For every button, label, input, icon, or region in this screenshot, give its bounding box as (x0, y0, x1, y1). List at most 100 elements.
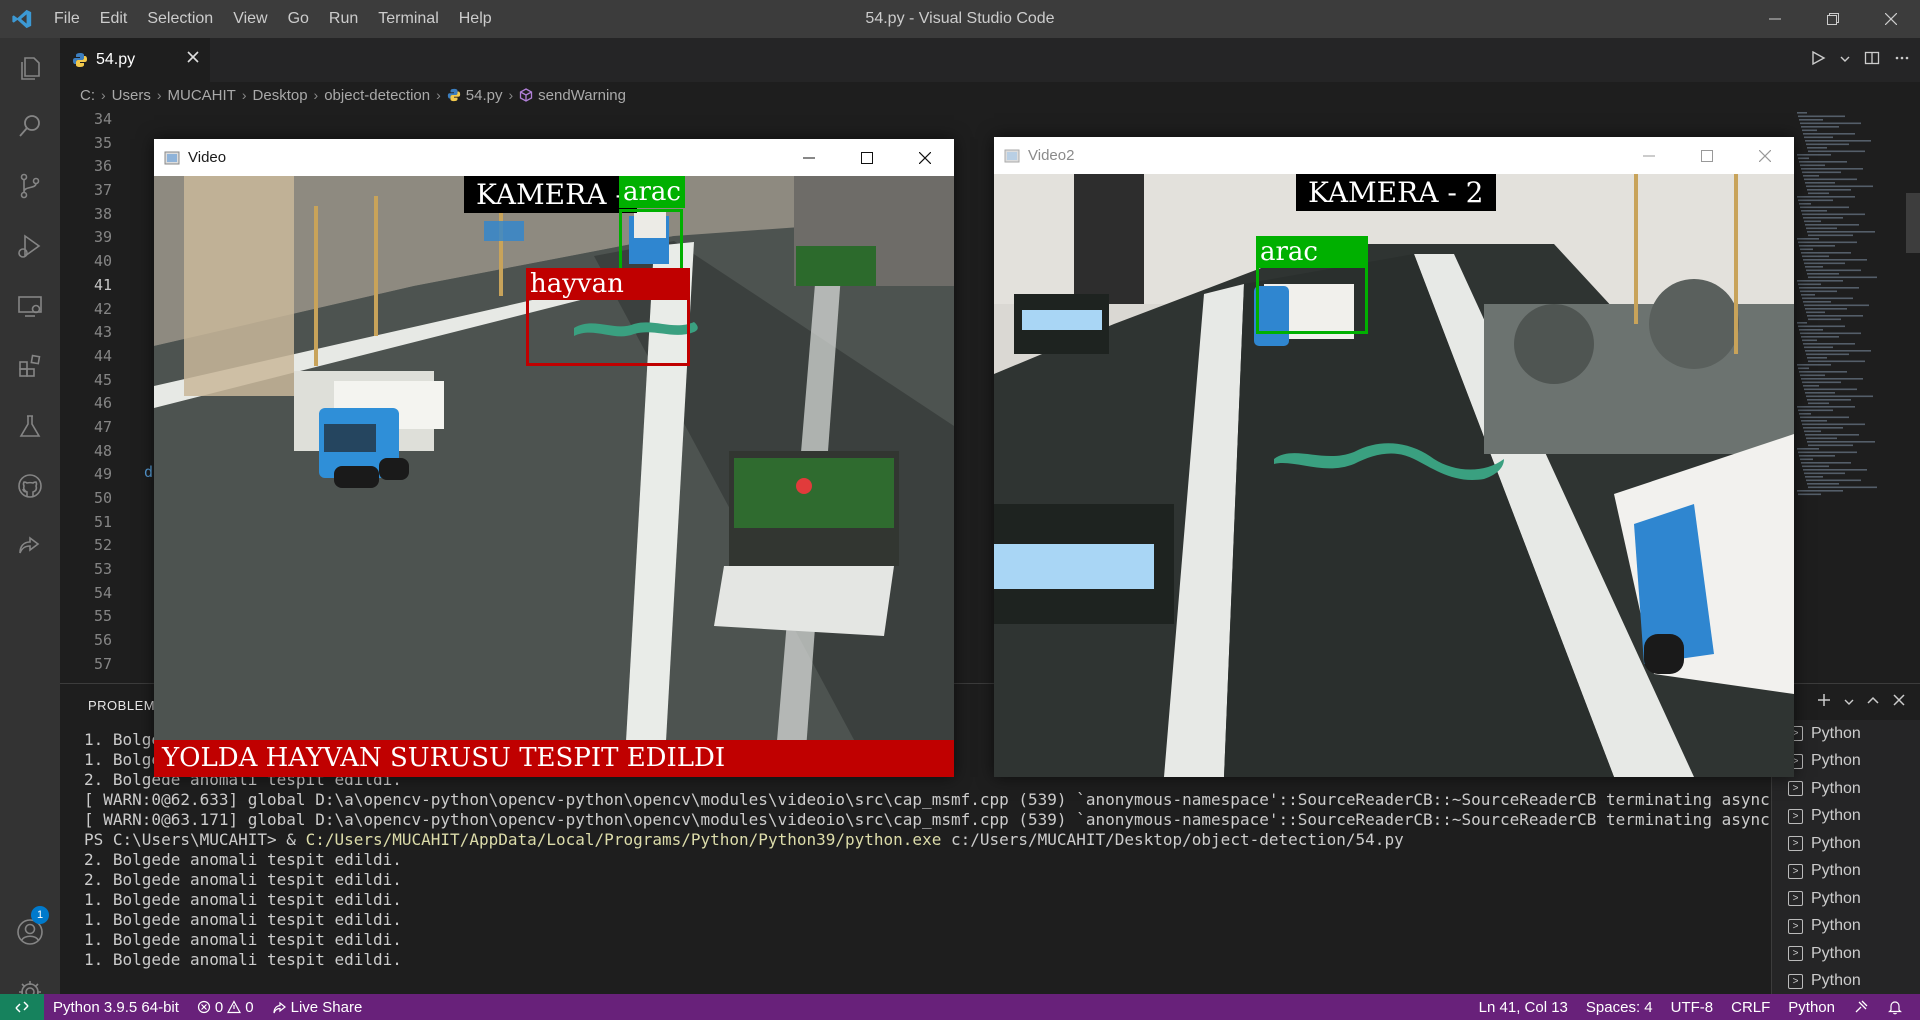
encoding[interactable]: UTF-8 (1662, 999, 1723, 1016)
remote-indicator-button[interactable] (0, 994, 44, 1020)
end-of-line[interactable]: CRLF (1722, 999, 1779, 1016)
breadcrumb-drive[interactable]: C: (80, 87, 95, 104)
minimap-slider[interactable] (1906, 193, 1920, 253)
video-window-title: Video (188, 149, 227, 166)
terminal-instance-label: Python (1811, 862, 1861, 880)
camera2-frame: KAMERA - 2 arac (994, 174, 1794, 777)
minimize-button[interactable] (780, 139, 838, 176)
run-dropdown-chevron-icon[interactable] (1840, 51, 1850, 69)
explorer-icon[interactable] (0, 40, 60, 96)
menu-run[interactable]: Run (319, 0, 368, 38)
breadcrumb-users[interactable]: Users (112, 87, 151, 104)
tab-54-py[interactable]: 54.py (60, 38, 210, 82)
line-number: 54 (93, 583, 112, 602)
feedback-icon[interactable] (1844, 999, 1878, 1015)
python-file-icon (447, 88, 460, 102)
video2-window-titlebar[interactable]: Video2 (994, 137, 1794, 174)
terminal-instance[interactable]: > Python (1772, 913, 1920, 941)
minimap-line (1805, 392, 1835, 394)
minimap-line (1805, 140, 1871, 142)
minimap-line (1799, 455, 1835, 457)
terminal-instance[interactable]: > Python (1772, 748, 1920, 776)
testing-icon[interactable] (0, 398, 60, 454)
indentation[interactable]: Spaces: 4 (1577, 999, 1662, 1016)
remote-explorer-icon[interactable] (0, 278, 60, 334)
video2-window[interactable]: Video2 KAMERA - 2 arac (994, 137, 1794, 777)
close-panel-icon[interactable] (1892, 693, 1906, 712)
tab-close-icon[interactable] (186, 50, 200, 69)
close-button[interactable] (896, 139, 954, 176)
github-icon[interactable] (0, 458, 60, 514)
restore-button[interactable] (1804, 0, 1862, 38)
minimap-line (1803, 259, 1867, 261)
tab-problems[interactable]: PROBLEMS (88, 698, 164, 713)
split-editor-icon[interactable] (1864, 50, 1880, 71)
terminal-instance[interactable]: > Python (1772, 968, 1920, 996)
more-actions-icon[interactable] (1894, 50, 1910, 71)
menu-edit[interactable]: Edit (90, 0, 138, 38)
run-python-file-icon[interactable] (1810, 50, 1826, 71)
minimize-button[interactable] (1746, 0, 1804, 38)
maximize-panel-icon[interactable] (1866, 693, 1880, 712)
chevron-down-icon[interactable] (1844, 694, 1854, 712)
minimap-line (1806, 437, 1837, 440)
menu-view[interactable]: View (223, 0, 277, 38)
menu-go[interactable]: Go (278, 0, 319, 38)
activity-bar: 1 (0, 38, 60, 1003)
terminal-instance[interactable]: > Python (1772, 720, 1920, 748)
python-interpreter[interactable]: Python 3.9.5 64-bit (44, 999, 188, 1016)
menu-terminal[interactable]: Terminal (368, 0, 448, 38)
close-button[interactable] (1736, 137, 1794, 174)
minimap-line (1801, 126, 1839, 128)
minimize-button[interactable] (1620, 137, 1678, 174)
minimap[interactable] (1795, 108, 1920, 683)
extensions-icon[interactable] (0, 338, 60, 394)
breadcrumb-folder[interactable]: object-detection (324, 87, 430, 104)
close-window-button[interactable] (1862, 0, 1920, 38)
minimap-line (1800, 206, 1849, 209)
video-window-titlebar[interactable]: Video (154, 139, 954, 176)
run-debug-icon[interactable] (0, 218, 60, 274)
camera-frame: KAMERA - arac hayvan YOLDA HAYVAN SURUSU… (154, 176, 954, 777)
line-number: 44 (93, 346, 112, 365)
notifications-bell-icon[interactable] (1878, 999, 1912, 1015)
live-share-icon[interactable] (0, 518, 60, 574)
maximize-button[interactable] (838, 139, 896, 176)
terminal-instance[interactable]: > Python (1772, 858, 1920, 886)
breadcrumb-symbol[interactable]: sendWarning (538, 87, 626, 104)
breadcrumb-desktop[interactable]: Desktop (253, 87, 308, 104)
chevron-right-icon: › (508, 87, 514, 103)
video-window-controls (780, 139, 954, 176)
cursor-position[interactable]: Ln 41, Col 13 (1470, 999, 1577, 1016)
problems-count[interactable]: 0 0 (188, 999, 263, 1016)
tab-label: 54.py (96, 51, 136, 68)
terminal-icon: > (1788, 836, 1803, 852)
language-mode[interactable]: Python (1779, 999, 1844, 1016)
terminal-instance[interactable]: > Python (1772, 885, 1920, 913)
terminal-instance[interactable]: > Python (1772, 775, 1920, 803)
breadcrumb-file[interactable]: 54.py (466, 87, 503, 104)
source-control-icon[interactable] (0, 158, 60, 214)
accounts-icon[interactable] (0, 904, 60, 960)
minimap-line (1802, 465, 1829, 468)
live-share-icon (273, 1001, 286, 1013)
terminal-instance[interactable]: > Python (1772, 830, 1920, 858)
minimap-line (1800, 332, 1861, 335)
minimap-line (1804, 262, 1845, 265)
minimap-line (1803, 175, 1819, 177)
terminal-instance[interactable]: > Python (1772, 940, 1920, 968)
maximize-button[interactable] (1678, 137, 1736, 174)
minimap-line (1798, 157, 1809, 160)
menu-help[interactable]: Help (449, 0, 502, 38)
menu-file[interactable]: File (44, 0, 90, 38)
menu-selection[interactable]: Selection (137, 0, 223, 38)
line-number: 40 (93, 252, 112, 271)
search-icon[interactable] (0, 98, 60, 154)
terminal-instance[interactable]: > Python (1772, 803, 1920, 831)
video-window[interactable]: Video KAMERA - arac hayvan YOLDA HAYVAN … (154, 139, 954, 777)
breadcrumb-user[interactable]: MUCAHIT (168, 87, 236, 104)
live-share-button[interactable]: Live Share (263, 999, 372, 1016)
minimap-line (1802, 171, 1841, 174)
new-terminal-icon[interactable] (1816, 692, 1832, 713)
vscode-logo-icon (0, 0, 44, 38)
